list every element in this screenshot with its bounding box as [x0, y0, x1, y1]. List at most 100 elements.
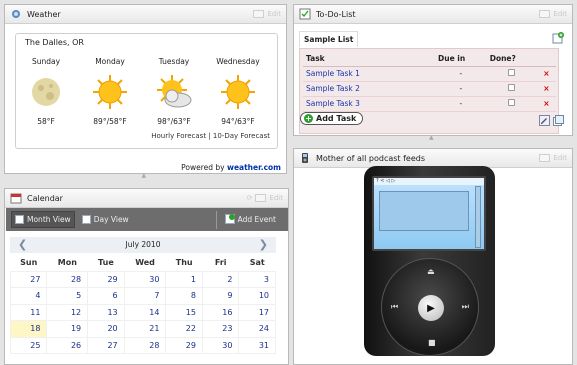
day-cell[interactable]: 6: [87, 287, 125, 305]
day-view-label: Day View: [93, 215, 129, 224]
weather-widget: Weather Edit The Dalles, OR Sunday 58°F …: [4, 4, 287, 179]
day-cell[interactable]: 20: [87, 320, 125, 338]
forecast-links: Hourly Forecast | 10-Day Forecast: [151, 132, 270, 140]
month-nav: ❮ July 2010 ❯: [10, 237, 276, 253]
plus-icon: +: [304, 114, 313, 123]
forecast-day: Tuesday 98°/63°F: [147, 57, 201, 126]
day-name: Wednesday: [216, 57, 260, 66]
edit-link[interactable]: Edit: [553, 154, 567, 162]
day-view-button[interactable]: Day View: [79, 212, 132, 227]
month-view-label: Month View: [27, 215, 71, 224]
calendar-toolbar: Month View Day View Add Event: [6, 208, 288, 231]
tab-sample-list[interactable]: Sample List: [299, 31, 359, 47]
day-cell[interactable]: 13: [87, 303, 125, 321]
day-cell[interactable]: 23: [201, 320, 240, 338]
day-cell[interactable]: 29: [87, 270, 125, 288]
day-cell[interactable]: 27: [87, 336, 125, 354]
next-icon[interactable]: ⏭: [462, 302, 469, 312]
day-cell[interactable]: 25: [9, 336, 48, 354]
task-link[interactable]: Sample Task 3: [303, 96, 435, 112]
click-wheel[interactable]: ⏏ ⏮ ⏭ ■ ▶: [381, 258, 479, 356]
day-cell[interactable]: 29: [165, 336, 203, 354]
screen-toolbar[interactable]: ? < ◁ ▷: [374, 178, 484, 185]
edit-link[interactable]: Edit: [269, 194, 283, 202]
weekday-label: Tue: [98, 258, 114, 268]
hourly-forecast-link[interactable]: Hourly Forecast: [151, 132, 206, 140]
day-name: Tuesday: [158, 57, 190, 66]
copy-list-icon[interactable]: [553, 115, 564, 128]
delete-icon[interactable]: ×: [543, 99, 549, 108]
day-cell[interactable]: 16: [201, 303, 240, 321]
day-cell[interactable]: 26: [46, 336, 89, 354]
day-cell[interactable]: 1: [165, 270, 203, 288]
weather-location[interactable]: The Dalles, OR: [23, 38, 86, 47]
day-cell[interactable]: 24: [238, 320, 276, 338]
month-view-button[interactable]: Month View: [11, 211, 75, 228]
link-separator: |: [208, 132, 211, 140]
day-cell[interactable]: 4: [9, 287, 48, 305]
add-list-icon[interactable]: [552, 32, 564, 46]
day-cell[interactable]: 21: [123, 320, 167, 338]
table-row: Sample Task 3 - ×: [303, 96, 556, 112]
day-temp: 58°F: [37, 117, 55, 126]
edit-list-icon[interactable]: [539, 115, 550, 128]
task-table: Task Due in Done? Sample Task 1 - × Samp…: [303, 52, 556, 112]
done-checkbox[interactable]: [508, 69, 516, 76]
screen-scrollbar[interactable]: [475, 186, 481, 248]
forecast-day: Sunday 58°F: [19, 57, 73, 126]
email-widget-icon[interactable]: [539, 154, 551, 162]
done-checkbox[interactable]: [508, 99, 516, 106]
day-cell[interactable]: 7: [123, 287, 167, 305]
resize-grip[interactable]: ▲: [429, 135, 437, 141]
day-cell[interactable]: 17: [238, 303, 276, 321]
day-cell[interactable]: 15: [165, 303, 203, 321]
add-event-button[interactable]: Add Event: [215, 210, 279, 229]
delete-icon[interactable]: ×: [543, 84, 549, 93]
email-widget-icon[interactable]: [253, 10, 265, 18]
add-task-label: Add Task: [316, 114, 357, 123]
stop-icon[interactable]: ■: [428, 338, 436, 347]
day-cell[interactable]: 10: [238, 287, 276, 305]
weather-com-link[interactable]: weather.com: [227, 163, 281, 172]
day-cell[interactable]: 22: [165, 320, 203, 338]
day-name: Sunday: [31, 57, 61, 66]
day-cell[interactable]: 2: [201, 270, 240, 288]
day-cell[interactable]: 12: [46, 303, 89, 321]
calendar-icon: [10, 192, 22, 204]
day-cell[interactable]: 5: [46, 287, 89, 305]
day-name: Monday: [95, 57, 125, 66]
day-cell[interactable]: 19: [46, 320, 89, 338]
today-cell[interactable]: 18: [9, 320, 48, 338]
task-link[interactable]: Sample Task 1: [303, 66, 435, 82]
day-cell[interactable]: 30: [201, 336, 240, 354]
day-cell[interactable]: 9: [201, 287, 240, 305]
email-widget-icon[interactable]: [255, 194, 267, 202]
eject-icon[interactable]: ⏏: [427, 267, 435, 276]
refresh-icon[interactable]: ⟳: [247, 194, 253, 202]
day-cell[interactable]: 11: [9, 303, 48, 321]
play-icon: ▶: [427, 302, 435, 314]
previous-icon[interactable]: ⏮: [391, 302, 398, 312]
day-cell[interactable]: 3: [238, 270, 276, 288]
day-cell[interactable]: 30: [123, 270, 167, 288]
day-cell[interactable]: 28: [46, 270, 89, 288]
day-cell[interactable]: 8: [165, 287, 203, 305]
day-cell[interactable]: 27: [9, 270, 48, 288]
add-task-button[interactable]: + Add Task: [300, 112, 364, 125]
day-cell[interactable]: 28: [123, 336, 167, 354]
podcast-widget: Mother of all podcast feeds Edit ? < ◁ ▷…: [293, 148, 573, 365]
task-link[interactable]: Sample Task 2: [303, 81, 435, 97]
day-cell[interactable]: 31: [238, 336, 276, 354]
edit-link[interactable]: Edit: [267, 10, 281, 18]
tenday-forecast-link[interactable]: 10-Day Forecast: [213, 132, 270, 140]
email-widget-icon[interactable]: [539, 10, 551, 18]
delete-icon[interactable]: ×: [543, 69, 549, 78]
play-button[interactable]: ▶: [418, 295, 444, 321]
next-month-button[interactable]: ❯: [259, 237, 268, 253]
edit-link[interactable]: Edit: [553, 10, 567, 18]
done-checkbox[interactable]: [508, 84, 516, 91]
week-row: 11 12 13 14 15 16 17: [9, 303, 276, 321]
prev-month-button[interactable]: ❮: [18, 237, 27, 253]
day-cell[interactable]: 14: [123, 303, 167, 321]
resize-grip[interactable]: ▲: [142, 173, 150, 179]
